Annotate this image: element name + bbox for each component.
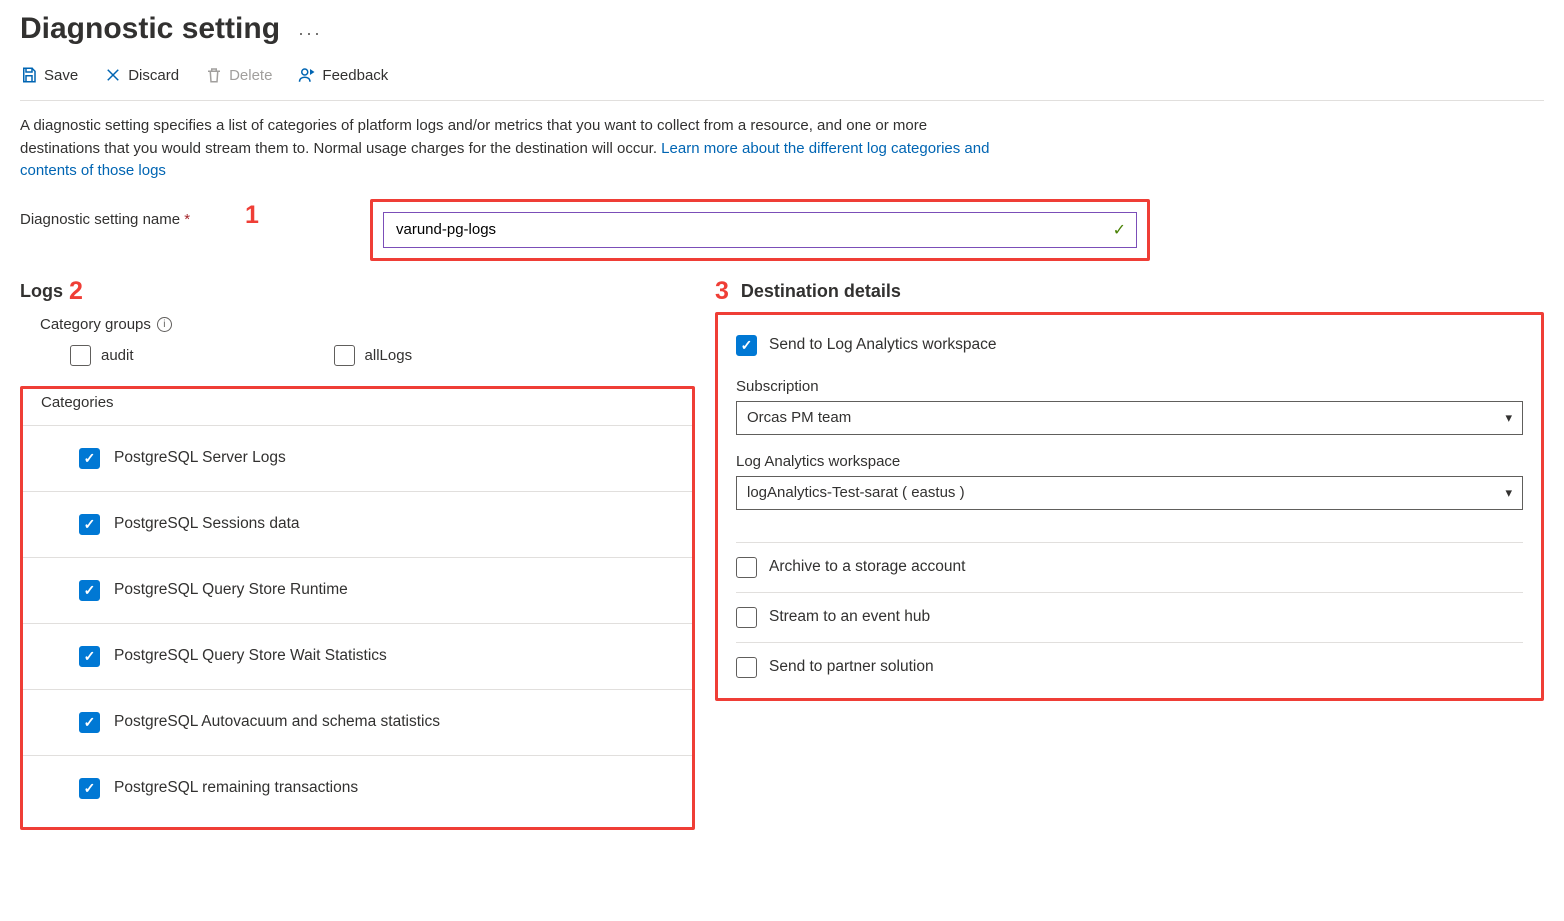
name-label-wrap: Diagnostic setting name * 1	[20, 199, 370, 228]
page-title: Diagnostic setting	[20, 12, 280, 46]
name-row: Diagnostic setting name * 1 ✓	[20, 199, 1544, 261]
subscription-select[interactable]: Orcas PM team ▾	[736, 401, 1523, 435]
annotation-box-1: ✓	[370, 199, 1150, 261]
chevron-down-icon: ▾	[1505, 485, 1512, 501]
checkbox-stream[interactable]	[736, 607, 757, 628]
dest-stream: Stream to an event hub	[736, 592, 1523, 642]
checkbox-cat-1[interactable]	[79, 514, 100, 535]
category-item[interactable]: PostgreSQL Server Logs	[23, 426, 692, 492]
dest-partner-row[interactable]: Send to partner solution	[736, 657, 1523, 678]
category-item[interactable]: PostgreSQL Autovacuum and schema statist…	[23, 690, 692, 756]
workspace-field: Log Analytics workspace logAnalytics-Tes…	[736, 453, 1523, 510]
intro-text: A diagnostic setting specifies a list of…	[20, 115, 1000, 183]
checkbox-cat-4[interactable]	[79, 712, 100, 733]
category-label: PostgreSQL Sessions data	[114, 515, 300, 533]
categories-label: Categories	[23, 389, 692, 425]
annotation-box-3: Send to Log Analytics workspace Subscrip…	[715, 312, 1544, 701]
annotation-1: 1	[245, 201, 259, 230]
discard-icon	[104, 66, 122, 84]
checkbox-alllogs[interactable]	[334, 345, 355, 366]
dest-archive-label: Archive to a storage account	[769, 558, 965, 576]
category-item[interactable]: PostgreSQL Query Store Runtime	[23, 558, 692, 624]
workspace-select[interactable]: logAnalytics-Test-sarat ( eastus ) ▾	[736, 476, 1523, 510]
subscription-field: Subscription Orcas PM team ▾	[736, 378, 1523, 435]
delete-label: Delete	[229, 67, 272, 84]
group-audit-label: audit	[101, 347, 134, 364]
categories-section: Categories PostgreSQL Server Logs Postgr…	[20, 386, 695, 830]
checkbox-cat-3[interactable]	[79, 646, 100, 667]
info-icon[interactable]: i	[157, 317, 172, 332]
discard-button[interactable]: Discard	[104, 66, 179, 84]
delete-icon	[205, 66, 223, 84]
dest-la-label: Send to Log Analytics workspace	[769, 336, 996, 354]
workspace-label: Log Analytics workspace	[736, 453, 1523, 470]
page-header: Diagnostic setting ···	[20, 0, 1544, 60]
dest-partner-label: Send to partner solution	[769, 658, 934, 676]
group-audit[interactable]: audit	[70, 345, 134, 366]
more-actions-icon[interactable]: ···	[298, 23, 322, 44]
logs-heading-row: Logs 2	[20, 277, 695, 306]
save-icon	[20, 66, 38, 84]
group-alllogs[interactable]: allLogs	[334, 345, 413, 366]
checkbox-cat-2[interactable]	[79, 580, 100, 601]
category-groups: Category groups i audit allLogs	[20, 316, 695, 366]
discard-label: Discard	[128, 67, 179, 84]
workspace-value: logAnalytics-Test-sarat ( eastus )	[747, 484, 965, 501]
annotation-3: 3	[715, 277, 729, 306]
la-fields: Subscription Orcas PM team ▾ Log Analyti…	[736, 378, 1523, 510]
dest-la-row[interactable]: Send to Log Analytics workspace	[736, 335, 1523, 356]
save-label: Save	[44, 67, 78, 84]
category-label: PostgreSQL Query Store Runtime	[114, 581, 348, 599]
save-button[interactable]: Save	[20, 66, 78, 84]
delete-button: Delete	[205, 66, 272, 84]
category-groups-row: audit allLogs	[40, 345, 695, 366]
category-label: PostgreSQL remaining transactions	[114, 779, 358, 797]
annotation-2: 2	[69, 277, 83, 306]
checkbox-cat-5[interactable]	[79, 778, 100, 799]
category-item[interactable]: PostgreSQL Query Store Wait Statistics	[23, 624, 692, 690]
two-column-layout: Logs 2 Category groups i audit allLogs	[20, 277, 1544, 830]
logs-column: Logs 2 Category groups i audit allLogs	[20, 277, 695, 830]
toolbar: Save Discard Delete Feedback	[20, 60, 1544, 94]
feedback-icon	[298, 66, 316, 84]
valid-check-icon: ✓	[1113, 220, 1126, 240]
dest-stream-label: Stream to an event hub	[769, 608, 930, 626]
destination-heading: Destination details	[741, 281, 901, 302]
category-groups-label-row: Category groups i	[40, 316, 695, 333]
dest-stream-row[interactable]: Stream to an event hub	[736, 607, 1523, 628]
checkbox-cat-0[interactable]	[79, 448, 100, 469]
group-alllogs-label: allLogs	[365, 347, 413, 364]
destination-column: 3 Destination details Send to Log Analyt…	[715, 277, 1544, 830]
name-label: Diagnostic setting name	[20, 211, 180, 228]
required-indicator: *	[184, 211, 190, 228]
dest-archive: Archive to a storage account	[736, 542, 1523, 592]
checkbox-audit[interactable]	[70, 345, 91, 366]
name-input[interactable]	[394, 220, 1102, 239]
category-item[interactable]: PostgreSQL remaining transactions	[23, 756, 692, 807]
category-label: PostgreSQL Server Logs	[114, 449, 286, 467]
logs-heading: Logs	[20, 281, 63, 302]
checkbox-archive[interactable]	[736, 557, 757, 578]
dest-log-analytics: Send to Log Analytics workspace Subscrip…	[736, 327, 1523, 542]
category-label: PostgreSQL Query Store Wait Statistics	[114, 647, 387, 665]
subscription-label: Subscription	[736, 378, 1523, 395]
checkbox-partner[interactable]	[736, 657, 757, 678]
feedback-label: Feedback	[322, 67, 388, 84]
annotation-box-2: Categories PostgreSQL Server Logs Postgr…	[20, 386, 695, 830]
destination-heading-row: 3 Destination details	[715, 277, 1544, 306]
chevron-down-icon: ▾	[1505, 410, 1512, 426]
toolbar-divider	[20, 100, 1544, 101]
category-groups-label: Category groups	[40, 316, 151, 333]
category-item[interactable]: PostgreSQL Sessions data	[23, 492, 692, 558]
dest-partner: Send to partner solution	[736, 642, 1523, 692]
name-input-outline-wrap: ✓	[370, 199, 1150, 261]
feedback-button[interactable]: Feedback	[298, 66, 388, 84]
name-input-box[interactable]: ✓	[383, 212, 1137, 248]
dest-archive-row[interactable]: Archive to a storage account	[736, 557, 1523, 578]
category-label: PostgreSQL Autovacuum and schema statist…	[114, 713, 440, 731]
checkbox-send-la[interactable]	[736, 335, 757, 356]
subscription-value: Orcas PM team	[747, 409, 851, 426]
